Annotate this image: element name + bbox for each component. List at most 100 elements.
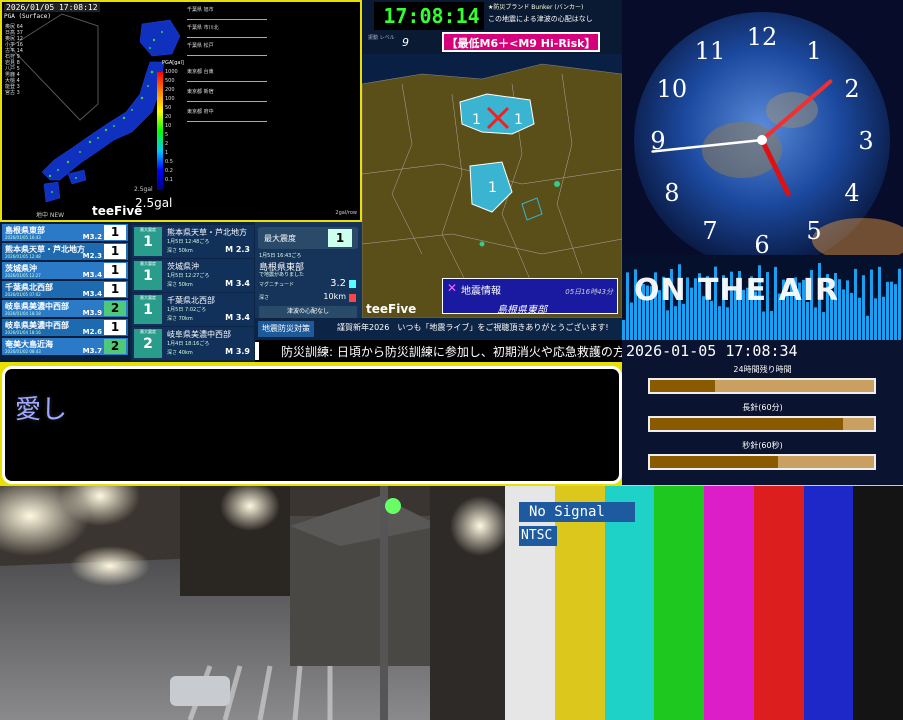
bar-label-minute: 長針(60分) [742,403,783,412]
quake-shindo: 1 [104,244,126,259]
shindo-value: 1 [143,234,153,250]
max-intensity-value: 1 [328,229,352,247]
detail-time: 1月5日 12:48ごろ [167,239,210,245]
epicenter-icon: ✕ [447,281,458,295]
ticker-accent [255,342,259,360]
quake-list-item[interactable]: 茨城県沖 2026/01/05 12:27 M3.4 1 [2,262,128,279]
color-bar [654,486,705,720]
earthquake-detail-list: 最大震度 1 熊本県天草・芦北地方 1月5日 12:48ごろ 深さ 50km M 2.3 最… [130,222,255,362]
quake-magnitude: M3.9 [82,309,102,317]
depth-indicator [349,294,356,302]
announcement-line: この地震による津波の心配はなし [488,15,593,23]
quake-magnitude: M3.4 [82,290,102,298]
unit-label: 2gal/row [335,210,357,216]
clock-number: 10 [657,75,688,103]
scale-tick-label: 1 [165,150,169,156]
quake-date: 2026/01/05 12:27 [5,273,41,278]
gal-small: 2.5gal [134,186,153,193]
quake-list-item[interactable]: 岐阜県美濃中西部 2026/01/04 18:16 M2.6 1 [2,319,128,336]
pga-map-panel: 2026/01/05 17:08:12 PGA (Surface) 奥尻 64 日… [0,0,362,222]
progress-fill [650,380,715,392]
depth-label: 深さ [259,295,270,301]
magnitude-indicator [349,280,356,288]
scale-labels: 1000 500 200 100 50 20 10 5 2 1 0.5 0.2 0.1 [165,68,178,185]
quake-detail-card[interactable]: 最大震度 1 熊本県天草・芦北地方 1月5日 12:48ごろ 深さ 50km M 2.3 [132,225,254,258]
visualizer-bar [762,311,765,340]
station-list: 奥尻 64 日高 37 奥尻 12 小平 16 古平 14 石狩 9 岩見 8 八戸 5 男鹿 … [5,24,23,96]
visualizer-bar [842,289,845,340]
quake-date: 2026/01/05 16:43 [5,235,41,240]
ticker-top: 地震防災対策 謹賀新年2026 いつも「地震ライブ」をご視聴頂きありがとうござい… [255,318,622,340]
visualizer-bar [882,296,885,340]
tsunami-note: 津波の心配なし [259,306,357,318]
visualizer-bar [630,302,633,340]
visualizer-bar [846,280,849,340]
quake-shindo: 2 [104,301,126,316]
vibration-level-label: 振動 レベル [368,35,395,41]
wave-row: 千葉県 旭市 [187,6,267,20]
detail-region: 熊本県天草・芦北地方 [167,228,247,237]
clock-number: 11 [695,37,726,65]
teefive-logo: teeFive [92,204,143,218]
color-bar [753,486,804,720]
on-the-air-label: ON THE AIR [634,273,840,308]
street-scene [0,486,505,720]
color-bar [704,486,755,720]
clock-number: 3 [858,127,873,155]
quake-list-item[interactable]: 奄美大島近海 2026/01/02 08:43 M3.7 2 [2,338,128,355]
clock-number: 4 [844,179,859,207]
subtitle-box: 愛し [2,366,622,484]
detail-time: 1月4日 18:16ごろ [167,341,210,347]
quake-list-item[interactable]: 岐阜県美濃中西部 2026/01/04 18:18 M3.9 2 [2,300,128,317]
street-camera-feed [0,486,505,720]
quake-list-item[interactable]: 島根県東部 2026/01/05 16:43 M3.2 1 [2,224,128,241]
scale-tick-label: 100 [165,96,175,102]
quake-detail-card[interactable]: 最大震度 2 岐阜県美濃中西部 1月4日 18:16ごろ 深さ 40km M 3.9 [132,327,254,360]
visualizer-bar [674,306,677,340]
visualizer-bar [626,272,629,340]
clock-number: 5 [806,217,821,245]
shindo-box: 最大震度 1 [134,295,162,324]
pga-color-scale [157,72,163,190]
quake-list-item[interactable]: 熊本県天草・芦北地方 2026/01/05 12:48 M2.3 1 [2,243,128,260]
detail-region: 千葉県北西部 [167,296,215,305]
quake-magnitude: M3.4 [82,271,102,279]
quake-date: 2026/01/04 18:16 [5,330,41,335]
scale-tick-label: 0.2 [165,168,173,174]
clock-number: 2 [844,75,859,103]
visualizer-bar [870,269,873,340]
quake-magnitude: M2.6 [82,328,102,336]
shindo-value: 1 [143,302,153,318]
detail-magnitude: M 2.3 [225,245,250,254]
visualizer-bar [682,303,685,340]
quake-detail-card[interactable]: 最大震度 1 茨城県沖 1月5日 12:27ごろ 深さ 50km M 3.4 [132,259,254,292]
scale-tick-label: 5 [165,132,169,138]
shindo-mark: 1 [514,112,523,128]
visualizer-bar [822,312,825,340]
quake-list-item[interactable]: 千葉県北西部 2026/01/05 07:02 M3.4 1 [2,281,128,298]
scale-tick-label: 500 [165,78,175,84]
tag-label: 地中 NEW [36,212,65,219]
detail-depth: 深さ 50km [167,282,193,288]
scale-tick-label: 2 [165,141,169,147]
ticker-message: 謹賀新年2026 いつも「地震ライブ」をご視聴頂きありがとうございます! [337,323,609,332]
visualizer-bar [878,266,881,340]
detail-depth: 深さ 70km [167,316,193,322]
quake-detail-card[interactable]: 最大震度 1 千葉県北西部 1月5日 7:02ごろ 深さ 70km M 3.4 [132,293,254,326]
quake-magnitude: M3.2 [82,233,102,241]
max-intensity-header: 最大震度 1 [258,227,358,249]
subtitle-text: 愛し [15,395,68,425]
detail-magnitude: M 3.4 [225,279,250,288]
announcement-line: ★防災ブランド Bunker (バンカー) [488,4,584,11]
progress-fill [650,418,843,430]
ticker-message: 防災訓練: 日頃から防災訓練に参加し、初期消火や応急救護の方法 [281,345,622,359]
no-signal-label: No Signal [519,502,635,522]
scale-tick-label: 0.1 [165,177,173,183]
quake-date: 2026/01/05 12:48 [5,254,41,259]
risk-banner: 【最低M6＋<M9 Hi-Risk】 [442,32,600,52]
quake-info-location: 島根県東部 [497,305,547,316]
quake-time: 1月5日 16:43ごろ [259,253,302,259]
visualizer-bar [726,307,729,340]
magnitude-label: マグニチュード [259,282,295,288]
shindo-value: 2 [143,336,153,352]
